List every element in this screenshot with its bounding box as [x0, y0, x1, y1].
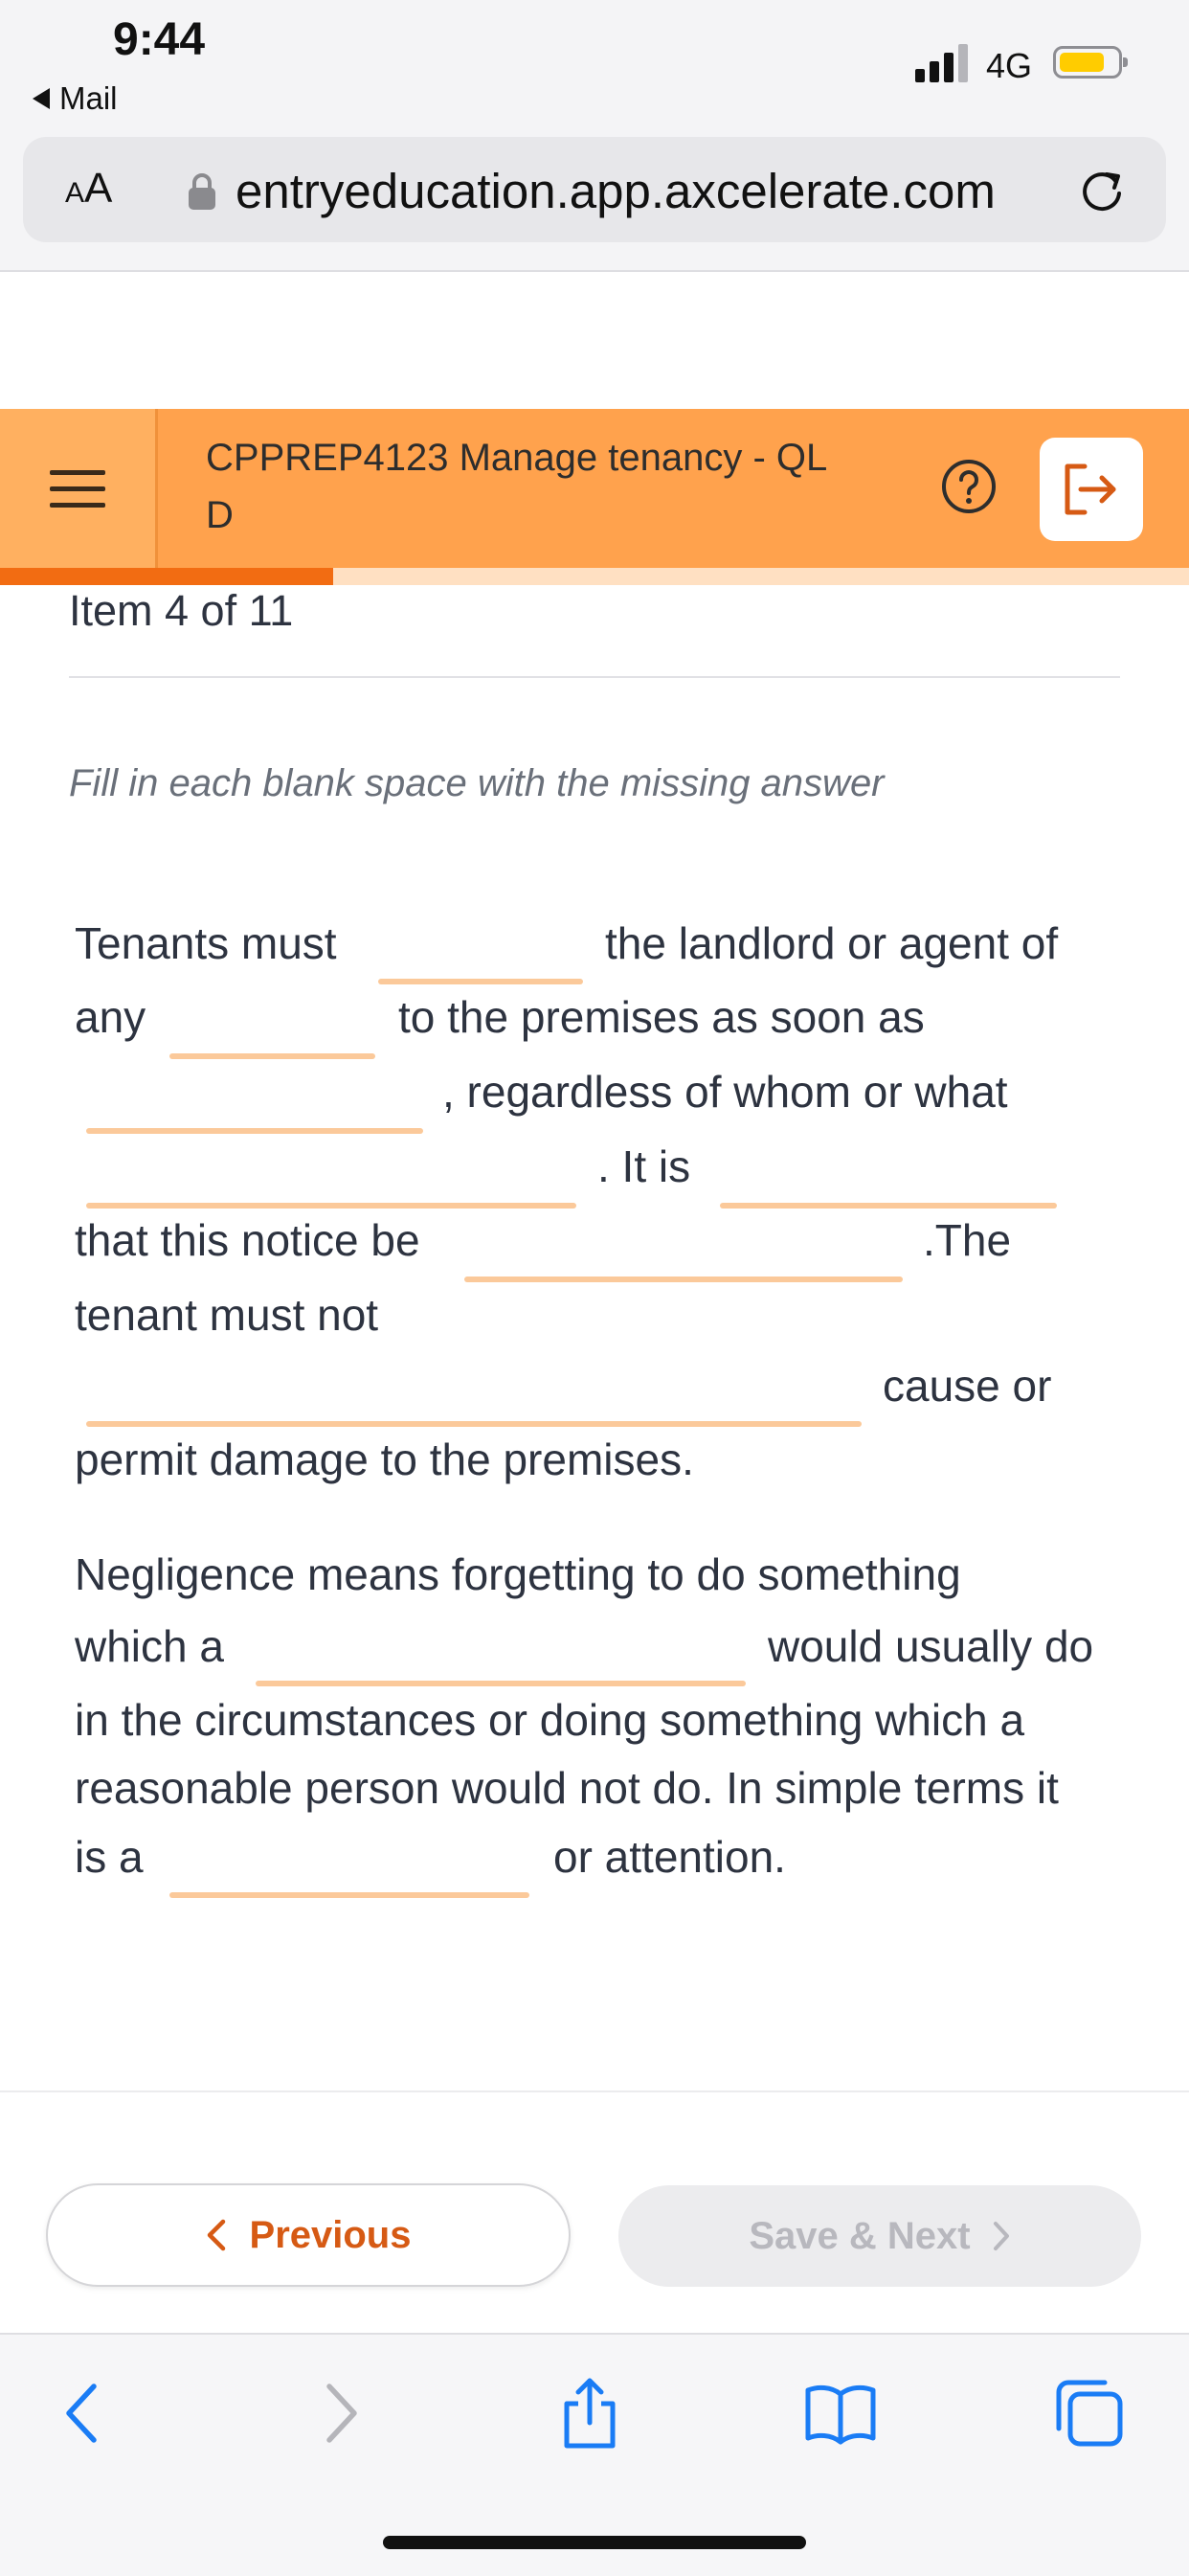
- answer-blank-4[interactable]: [86, 1203, 576, 1209]
- question-text: , regardless of whom or what: [442, 1067, 1008, 1117]
- question-text: reasonable person would not do. In simpl…: [75, 1763, 1059, 1813]
- answer-blank-1[interactable]: [378, 979, 583, 984]
- answer-blank-8[interactable]: [256, 1681, 746, 1686]
- save-next-button[interactable]: Save & Next: [618, 2185, 1141, 2287]
- help-icon[interactable]: [940, 458, 998, 515]
- cellular-signal-icon: [915, 44, 968, 82]
- chevron-left-icon: [207, 2219, 225, 2251]
- question-text: .The: [923, 1215, 1012, 1265]
- forward-arrow-icon[interactable]: [303, 2375, 379, 2452]
- course-title-line2: D: [206, 494, 234, 536]
- back-arrow-icon[interactable]: [44, 2375, 121, 2452]
- answer-blank-3[interactable]: [86, 1128, 423, 1134]
- question-text: which a: [75, 1621, 224, 1671]
- answer-blank-5[interactable]: [720, 1203, 1057, 1209]
- question-text: Tenants must: [75, 918, 337, 968]
- question-text: Negligence means forgetting to do someth…: [75, 1549, 961, 1599]
- url-text[interactable]: entryeducation.app.axcelerate.com: [236, 163, 996, 219]
- question-text: . It is: [597, 1141, 691, 1191]
- answer-blank-6[interactable]: [464, 1277, 903, 1282]
- reload-icon[interactable]: [1074, 163, 1130, 218]
- answer-blank-9[interactable]: [169, 1892, 529, 1898]
- question-text: the landlord or agent of: [605, 918, 1059, 968]
- status-time: 9:44: [113, 14, 206, 65]
- item-counter: Item 4 of 11: [69, 586, 294, 635]
- text-size-button[interactable]: AA: [65, 165, 112, 213]
- question-text: in the circumstances or doing something …: [75, 1695, 1025, 1745]
- previous-label: Previous: [249, 2213, 412, 2256]
- course-title: CPPREP4123 Manage tenancy - QL D: [206, 429, 857, 544]
- chevron-right-icon: [993, 2222, 1009, 2250]
- network-type: 4G: [986, 46, 1033, 85]
- question-text: permit damage to the premises.: [75, 1435, 694, 1484]
- question-text: any: [75, 992, 146, 1042]
- answer-blank-7[interactable]: [86, 1421, 862, 1427]
- question-text: or attention.: [553, 1832, 786, 1882]
- logout-icon: [1065, 463, 1116, 515]
- home-indicator: [383, 2536, 806, 2549]
- logout-button[interactable]: [1040, 438, 1143, 541]
- answer-blank-2[interactable]: [169, 1053, 375, 1059]
- back-to-mail-link[interactable]: Mail: [33, 80, 118, 117]
- progress-fill: [0, 568, 333, 585]
- previous-button[interactable]: Previous: [46, 2183, 571, 2287]
- question-text: cause or: [883, 1361, 1052, 1411]
- instruction-text: Fill in each blank space with the missin…: [69, 762, 885, 804]
- question-text: tenant must not: [75, 1290, 379, 1340]
- bookmarks-icon[interactable]: [802, 2375, 879, 2452]
- question-text: would usually do: [768, 1621, 1094, 1671]
- question-text: that this notice be: [75, 1215, 420, 1265]
- footer-divider: [0, 2090, 1189, 2092]
- hamburger-menu-icon[interactable]: [0, 409, 158, 568]
- save-next-label: Save & Next: [749, 2214, 971, 2257]
- back-app-label: Mail: [59, 80, 118, 116]
- question-text: to the premises as soon as: [398, 992, 925, 1042]
- share-icon[interactable]: [551, 2375, 628, 2452]
- battery-icon: [1053, 46, 1128, 79]
- course-title-line1: CPPREP4123 Manage tenancy - QL: [206, 437, 828, 479]
- tabs-icon[interactable]: [1051, 2375, 1128, 2452]
- back-triangle-icon: [33, 88, 50, 109]
- lock-icon: [189, 173, 215, 210]
- question-text: is a: [75, 1832, 144, 1882]
- divider: [69, 676, 1120, 678]
